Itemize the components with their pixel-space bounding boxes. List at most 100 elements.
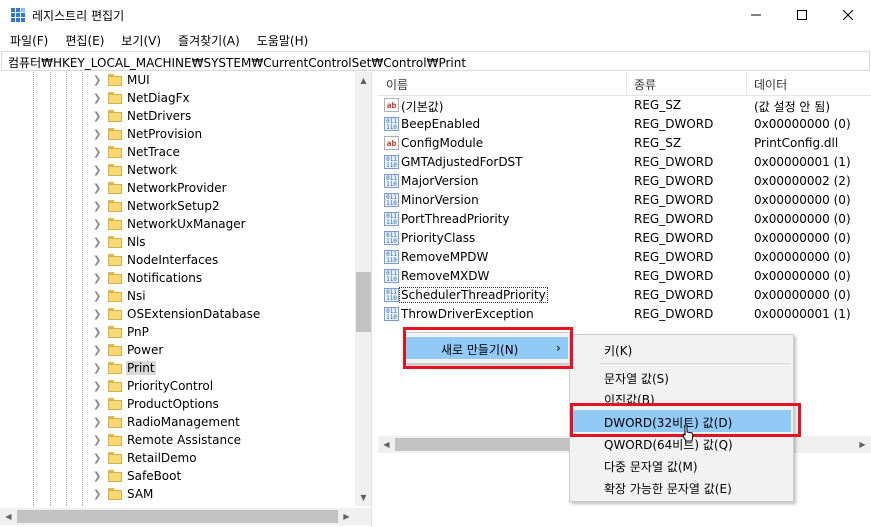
tree-item[interactable]: ❯ RadioManagement — [0, 414, 356, 432]
value-row[interactable]: 011 110 PriorityClass REG_DWORD 0x00000000 (… — [378, 229, 871, 248]
tree-vertical-scrollbar[interactable]: ▲ ▼ — [355, 72, 371, 506]
chevron-right-icon[interactable]: ❯ — [93, 183, 101, 195]
chevron-right-icon[interactable]: ❯ — [93, 219, 101, 231]
value-type: REG_DWORD — [634, 307, 714, 321]
menu-favorites[interactable]: 즐겨찾기(A) — [168, 30, 247, 50]
tree-item[interactable]: ❯ Network — [0, 162, 356, 180]
value-row[interactable]: 011 110 RemoveMPDW REG_DWORD 0x00000000 (0) — [378, 248, 871, 267]
chevron-right-icon[interactable]: ❯ — [93, 273, 101, 285]
chevron-right-icon[interactable]: ❯ — [93, 291, 101, 303]
menu-view[interactable]: 보기(V) — [111, 30, 168, 50]
tree-item[interactable]: ❯ RetailDemo — [0, 450, 356, 468]
tree-item-label: NetworkSetup2 — [127, 199, 220, 213]
value-row[interactable]: 011 110 MinorVersion REG_DWORD 0x00000000 (0… — [378, 191, 871, 210]
value-row[interactable]: 011 110 BeepEnabled REG_DWORD 0x00000000 (0) — [378, 115, 871, 134]
tree-item[interactable]: ❯ MUI — [0, 72, 356, 90]
tree-item-label: NetProvision — [127, 127, 203, 141]
tree-item[interactable]: ❯ Print — [0, 360, 356, 378]
tree-item[interactable]: ❯ Power — [0, 342, 356, 360]
tree-item[interactable]: ❯ NetTrace — [0, 144, 356, 162]
value-name: RemoveMPDW — [401, 250, 489, 264]
chevron-right-icon[interactable]: ❯ — [93, 363, 101, 375]
chevron-right-icon[interactable]: ❯ — [93, 417, 101, 429]
chevron-right-icon[interactable]: ❯ — [93, 129, 101, 141]
value-row[interactable]: 011 110 PortThreadPriority REG_DWORD 0x00000… — [378, 210, 871, 229]
address-bar[interactable]: 컴퓨터₩HKEY_LOCAL_MACHINE₩SYSTEM₩CurrentCon… — [1, 51, 870, 71]
tree-item[interactable]: ❯ NetworkSetup2 — [0, 198, 356, 216]
chevron-right-icon[interactable]: ❯ — [93, 435, 101, 447]
chevron-right-icon[interactable]: ❯ — [93, 75, 101, 87]
tree-item[interactable]: ❯ Nls — [0, 234, 356, 252]
column-header-data[interactable]: 데이터 — [754, 76, 787, 93]
new-key-item[interactable]: 키(K) — [572, 338, 791, 360]
column-header-type[interactable]: 종류 — [634, 76, 656, 93]
tree-item[interactable]: ❯ NodeInterfaces — [0, 252, 356, 270]
tree-scroll-thumb[interactable] — [356, 272, 371, 332]
menu-help[interactable]: 도움말(H) — [247, 30, 316, 50]
tree-item[interactable]: ❯ ProductOptions — [0, 396, 356, 414]
menu-separator — [600, 363, 790, 364]
value-data: 0x00000000 (0) — [754, 117, 851, 131]
chevron-right-icon[interactable]: ❯ — [93, 255, 101, 267]
new-menu-item[interactable]: 새로 만들기(N) › — [406, 337, 568, 359]
scroll-right-arrow-icon[interactable]: ▶ — [338, 508, 355, 525]
chevron-right-icon[interactable]: ❯ — [93, 453, 101, 465]
scroll-down-arrow-icon[interactable]: ▼ — [355, 489, 371, 506]
chevron-right-icon[interactable]: ❯ — [93, 201, 101, 213]
value-data: 0x00000000 (0) — [754, 212, 851, 226]
chevron-right-icon[interactable]: ❯ — [93, 309, 101, 321]
maximize-button[interactable] — [779, 0, 825, 30]
tree-item[interactable]: ❯ Notifications — [0, 270, 356, 288]
new-string-value-item[interactable]: 문자열 값(S) — [572, 366, 791, 388]
close-button[interactable] — [825, 0, 871, 30]
chevron-right-icon[interactable]: ❯ — [93, 165, 101, 177]
scroll-left-arrow-icon[interactable]: ◀ — [0, 508, 17, 525]
new-multi-string-value-item[interactable]: 다중 문자열 값(M) — [572, 454, 791, 476]
chevron-right-icon[interactable]: ❯ — [93, 111, 101, 123]
value-row[interactable]: 011 110 MajorVersion REG_DWORD 0x00000002 (2… — [378, 172, 871, 191]
chevron-right-icon[interactable]: ❯ — [93, 93, 101, 105]
value-type: REG_SZ — [634, 98, 682, 112]
tree-item[interactable]: ❯ NetworkProvider — [0, 180, 356, 198]
tree-item[interactable]: ❯ PriorityControl — [0, 378, 356, 396]
value-row[interactable]: ab ConfigModule REG_SZ PrintConfig.dll — [378, 134, 871, 153]
minimize-button[interactable] — [733, 0, 779, 30]
tree-item[interactable]: ❯ SAM — [0, 486, 356, 504]
chevron-right-icon[interactable]: ❯ — [93, 327, 101, 339]
menu-file[interactable]: 파일(F) — [0, 30, 55, 50]
scroll-left-arrow-icon[interactable]: ◀ — [378, 436, 395, 453]
value-row[interactable]: 011 110 ThrowDriverException REG_DWORD 0x000… — [378, 305, 871, 324]
value-row[interactable]: 011 110 SchedulerThreadPriority REG_DWORD 0x… — [378, 286, 871, 305]
tree-item[interactable]: ❯ NetDrivers — [0, 108, 356, 126]
folder-icon — [108, 236, 122, 248]
value-type: REG_DWORD — [634, 250, 714, 264]
tree-item[interactable]: ❯ NetDiagFx — [0, 90, 356, 108]
scroll-right-arrow-icon[interactable]: ▶ — [854, 436, 871, 453]
chevron-right-icon[interactable]: ❯ — [93, 489, 101, 501]
tree-hscroll-thumb[interactable] — [17, 510, 338, 523]
tree-item[interactable]: ❯ OSExtensionDatabase — [0, 306, 356, 324]
chevron-right-icon[interactable]: ❯ — [93, 237, 101, 249]
value-row[interactable]: 011 110 RemoveMXDW REG_DWORD 0x00000000 (0) — [378, 267, 871, 286]
tree-item[interactable]: ❯ NetProvision — [0, 126, 356, 144]
chevron-right-icon[interactable]: ❯ — [93, 399, 101, 411]
tree-item[interactable]: ❯ Remote Assistance — [0, 432, 356, 450]
chevron-right-icon[interactable]: ❯ — [93, 381, 101, 393]
scroll-up-arrow-icon[interactable]: ▲ — [355, 72, 371, 89]
value-data: 0x00000001 (1) — [754, 155, 851, 169]
column-header-name[interactable]: 이름 — [386, 76, 408, 93]
new-menu-label: 새로 만들기(N) — [441, 343, 519, 357]
tree-item[interactable]: ❯ NetworkUxManager — [0, 216, 356, 234]
tree-item[interactable]: ❯ Nsi — [0, 288, 356, 306]
new-binary-value-item[interactable]: 이진값(B) — [572, 387, 791, 409]
menu-edit[interactable]: 편집(E) — [55, 30, 111, 50]
tree-item[interactable]: ❯ PnP — [0, 324, 356, 342]
new-expandable-string-value-item[interactable]: 확장 가능한 문자열 값(E) — [572, 476, 791, 498]
tree-horizontal-scrollbar[interactable]: ◀ ▶ — [0, 508, 371, 525]
value-row[interactable]: 011 110 GMTAdjustedForDST REG_DWORD 0x000000… — [378, 153, 871, 172]
chevron-right-icon[interactable]: ❯ — [93, 345, 101, 357]
chevron-right-icon[interactable]: ❯ — [93, 147, 101, 159]
chevron-right-icon[interactable]: ❯ — [93, 471, 101, 483]
value-row[interactable]: ab (기본값) REG_SZ (값 설정 안 됨) — [378, 96, 871, 115]
tree-item[interactable]: ❯ SafeBoot — [0, 468, 356, 486]
